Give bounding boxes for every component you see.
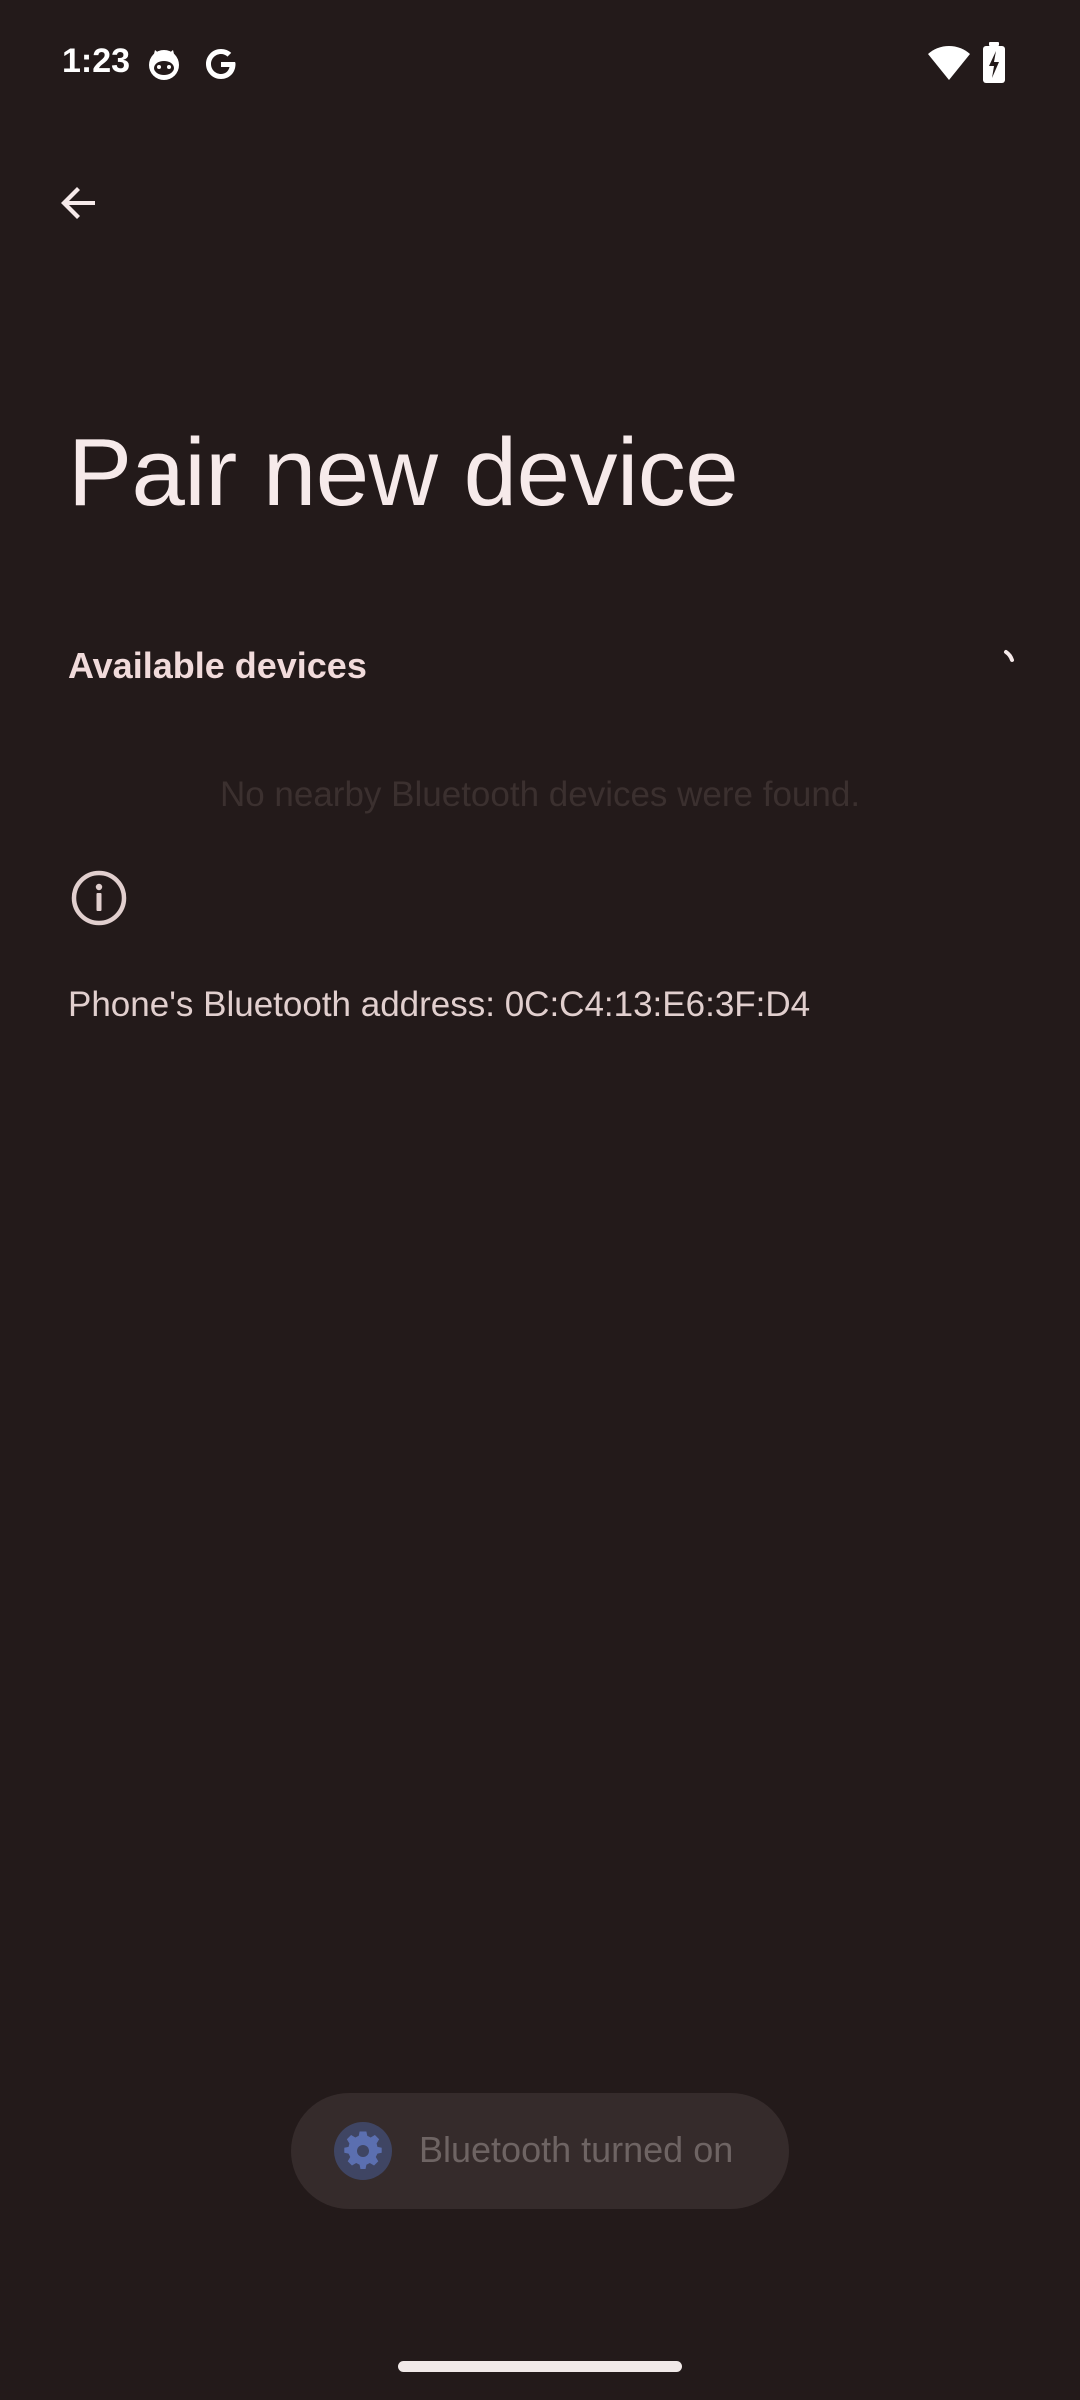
battery-charging-icon bbox=[983, 42, 1005, 83]
toast-message: Bluetooth turned on bbox=[419, 2129, 734, 2170]
home-gesture-bar[interactable] bbox=[398, 2361, 682, 2372]
info-icon bbox=[71, 870, 127, 926]
page-title: Pair new device bbox=[68, 419, 739, 526]
status-bar: 1:23 bbox=[0, 0, 1080, 130]
no-devices-message: No nearby Bluetooth devices were found. bbox=[219, 775, 861, 814]
bluetooth-toast: Bluetooth turned on bbox=[291, 2093, 789, 2209]
progress-spinner-icon bbox=[1004, 650, 1014, 662]
pair-new-device-screen: 1:23 Pair new device Available devices N… bbox=[0, 0, 1080, 2400]
bluetooth-address-text: Phone's Bluetooth address: 0C:C4:13:E6:3… bbox=[68, 985, 811, 1024]
status-clock: 1:23 bbox=[62, 42, 131, 80]
wifi-icon bbox=[928, 46, 970, 80]
available-devices-header: Available devices bbox=[68, 645, 367, 686]
cat-notification-icon bbox=[149, 50, 179, 80]
settings-gear-icon bbox=[334, 2122, 392, 2180]
back-button[interactable] bbox=[42, 166, 116, 240]
arrow-back-icon bbox=[61, 187, 95, 219]
google-icon bbox=[206, 49, 236, 79]
